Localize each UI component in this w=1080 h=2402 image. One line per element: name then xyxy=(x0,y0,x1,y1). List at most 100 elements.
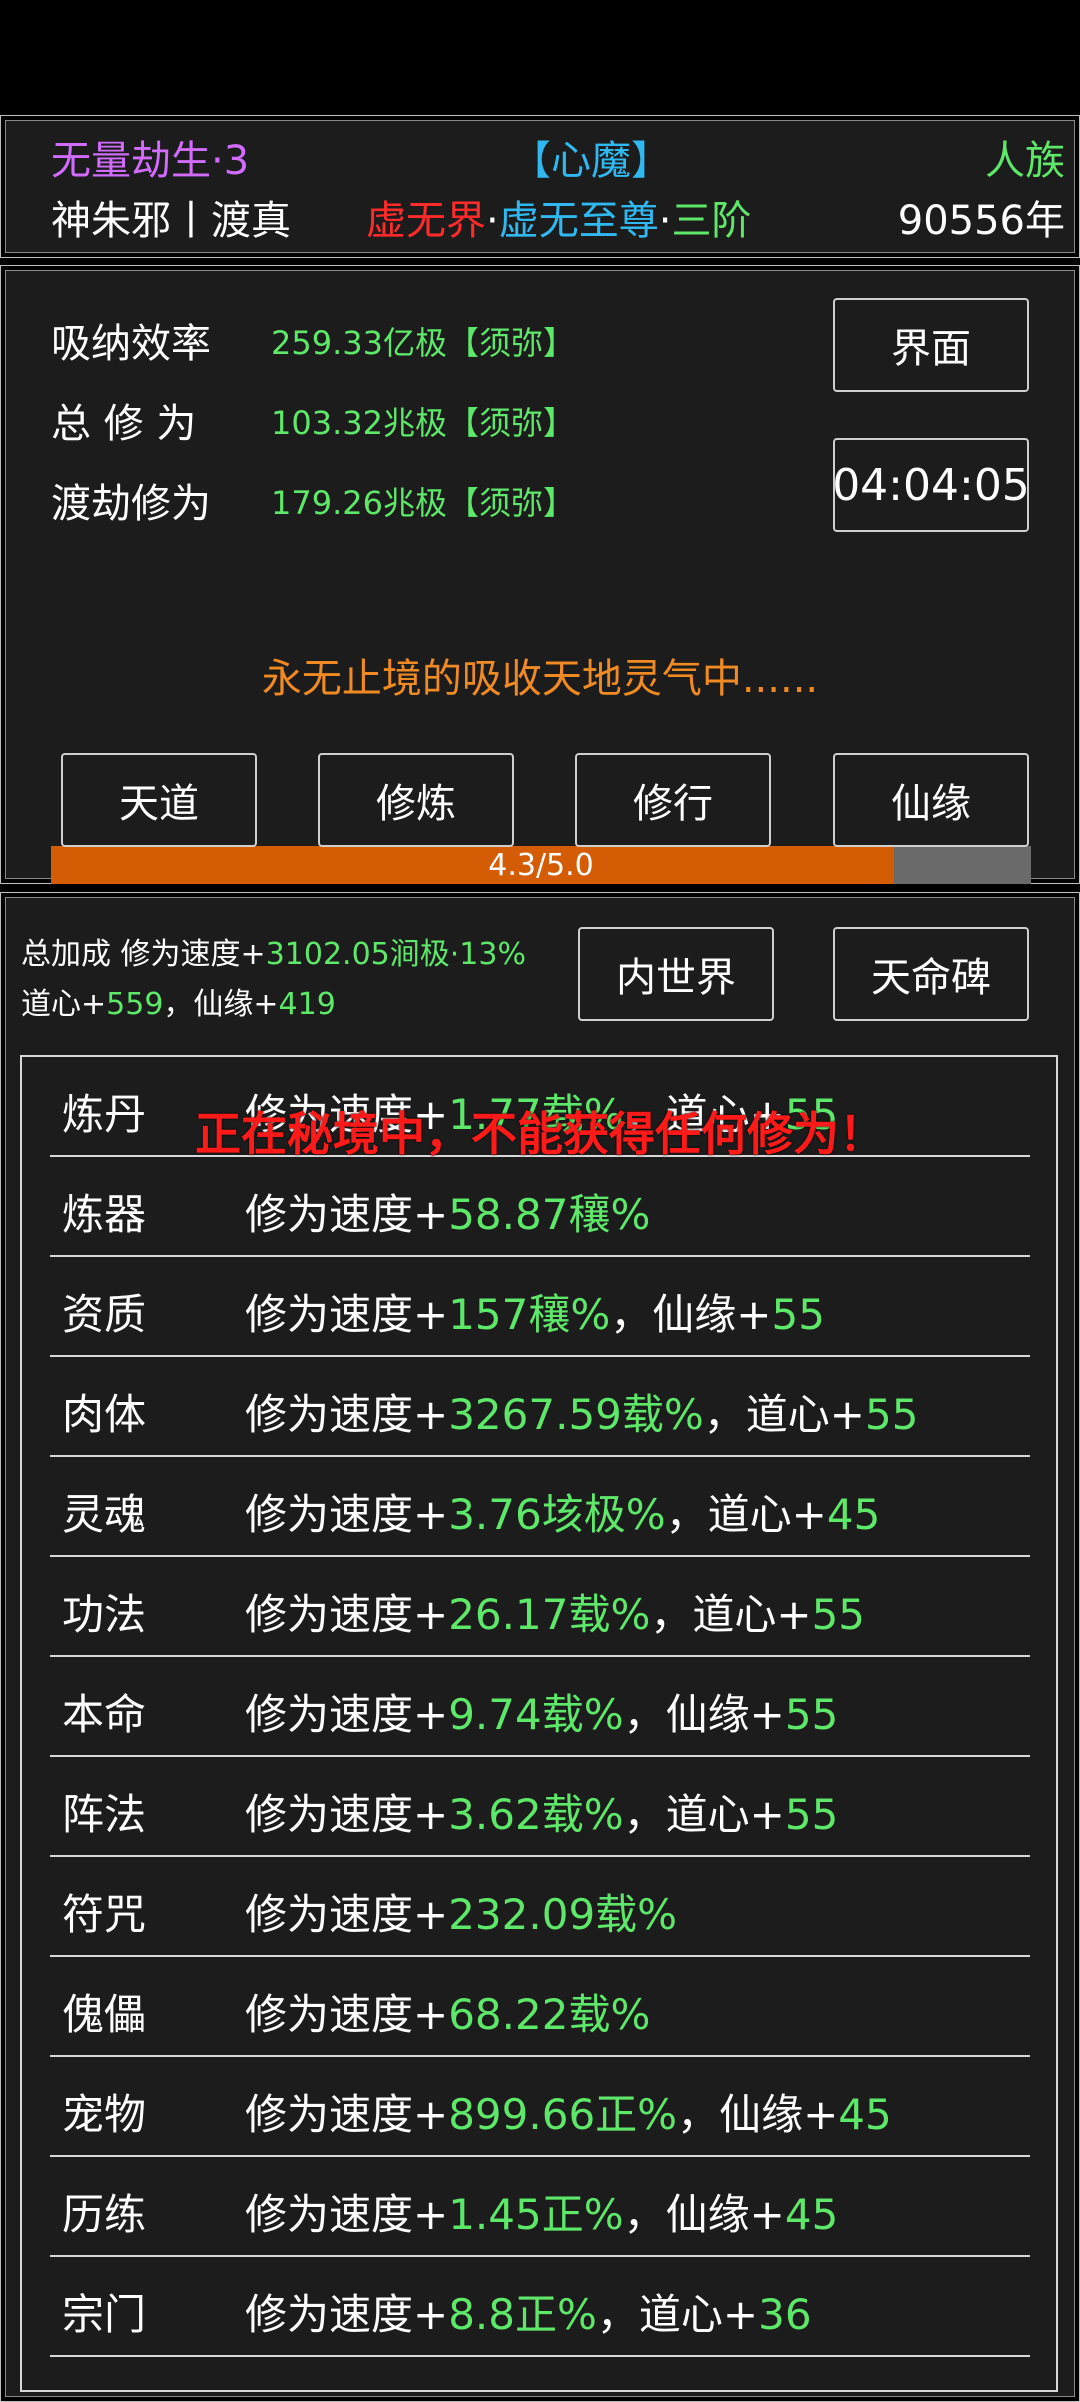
tiandao-button[interactable]: 天道 xyxy=(61,753,257,847)
list-item-desc: 修为速度+157穰%，仙缘+55 xyxy=(245,1281,825,1342)
extra-value: 36 xyxy=(758,2290,812,2339)
list-item-name: 符咒 xyxy=(62,1890,147,1939)
speed-prefix: 修为速度+ xyxy=(245,1890,449,1939)
speed-value: 3267.59载% xyxy=(448,1390,704,1439)
list-item-name: 炼器 xyxy=(62,1190,147,1239)
speed-prefix: 修为速度+ xyxy=(245,1590,449,1639)
list-item: 肉体 修为速度+3267.59载%，道心+55 xyxy=(50,1357,1030,1457)
total-cultivation-label: 总 修 为 xyxy=(51,401,197,447)
list-item-name: 宠物 xyxy=(62,2090,147,2139)
xianyuan-value: 419 xyxy=(278,987,336,1022)
extra-value: 55 xyxy=(811,1590,866,1639)
speed-value: 9.74载% xyxy=(448,1690,624,1739)
list-item: 灵魂 修为速度+3.76垓极%，道心+45 xyxy=(50,1457,1030,1557)
character-header: 无量劫生·3 【心魔】 人族 神朱邪丨渡真 虚无界·虚无至尊·三阶 90556年 xyxy=(0,115,1080,258)
speed-prefix: 修为速度+ xyxy=(245,1690,449,1739)
extra-label: ，道心+ xyxy=(650,1590,812,1639)
practice-button[interactable]: 修行 xyxy=(575,753,771,847)
speed-value: 157穰% xyxy=(448,1290,611,1339)
extra-value: 55 xyxy=(784,1690,839,1739)
list-item-name: 功法 xyxy=(62,1590,147,1639)
list-item: 功法 修为速度+26.17载%，道心+55 xyxy=(50,1557,1030,1657)
extra-label: ，道心+ xyxy=(665,1490,827,1539)
list-item-name: 灵魂 xyxy=(62,1490,147,1539)
list-item-name: 资质 xyxy=(62,1290,147,1339)
progress-bar: 4.3/5.0 xyxy=(51,846,1031,884)
list-item: 历练 修为速度+1.45正%，仙缘+45 xyxy=(50,2157,1030,2257)
total-cultivation-value: 103.32兆极【须弥】 xyxy=(271,404,575,442)
secret-realm-warning: 正在秘境中，不能获得任何修为！ xyxy=(195,1107,885,1161)
extra-label: ，仙缘+ xyxy=(623,2190,785,2239)
speed-value: 232.09载% xyxy=(448,1890,678,1939)
extra-label: ，道心+ xyxy=(703,1390,865,1439)
world-tier: 三阶 xyxy=(671,198,752,244)
absorbing-status: 永无止境的吸收天地灵气中...... xyxy=(261,656,819,702)
list-item: 宗门 修为速度+8.8正%，道心+36 xyxy=(50,2257,1030,2357)
progress-text: 4.3/5.0 xyxy=(488,847,594,883)
list-item-desc: 修为速度+3.62载%，道心+55 xyxy=(245,1781,838,1842)
cultivate-button[interactable]: 修炼 xyxy=(318,753,514,847)
speed-prefix: 修为速度+ xyxy=(245,1490,449,1539)
tribulation-label: 渡劫修为 xyxy=(51,481,211,527)
absorb-label: 吸纳效率 xyxy=(51,321,211,367)
tribulation-value: 179.26兆极【须弥】 xyxy=(271,484,575,522)
fate-stele-button[interactable]: 天命碑 xyxy=(833,927,1029,1021)
list-item: 炼器 修为速度+58.87穰% xyxy=(50,1157,1030,1257)
extra-value: 45 xyxy=(838,2090,892,2139)
inner-world-button[interactable]: 内世界 xyxy=(578,927,774,1021)
extra-value: 45 xyxy=(784,2190,839,2239)
speed-value: 1.45正% xyxy=(448,2190,624,2239)
list-item: 阵法 修为速度+3.62载%，道心+55 xyxy=(50,1757,1030,1857)
speed-value: 26.17载% xyxy=(448,1590,651,1639)
bonus-speed-value: 3102.05涧极·13% xyxy=(265,937,526,972)
extra-value: 45 xyxy=(826,1490,881,1539)
world-rank: 虚无至尊 xyxy=(498,198,659,244)
list-item-name: 历练 xyxy=(62,2190,147,2239)
bonus-line-2: 道心+559，仙缘+419 xyxy=(21,979,336,1023)
extra-value: 55 xyxy=(865,1390,919,1439)
immortal-fate-button[interactable]: 仙缘 xyxy=(833,753,1029,847)
list-item: 符咒 修为速度+232.09载% xyxy=(50,1857,1030,1957)
interface-button[interactable]: 界面 xyxy=(833,298,1029,392)
list-item-desc: 修为速度+9.74载%，仙缘+55 xyxy=(245,1681,838,1742)
speed-prefix: 修为速度+ xyxy=(245,1390,449,1439)
speed-value: 899.66正% xyxy=(448,2090,678,2139)
list-item-desc: 修为速度+26.17载%，道心+55 xyxy=(245,1581,865,1642)
speed-value: 68.22载% xyxy=(448,1990,651,2039)
world-name: 虚无界 xyxy=(366,198,486,244)
list-item-desc: 修为速度+58.87穰% xyxy=(245,1181,650,1242)
bonus-list: 炼丹 修为速度+1.77载%，道心+55 炼器 修为速度+58.87穰% 资质 修为速度+… xyxy=(20,1055,1058,2392)
speed-prefix: 修为速度+ xyxy=(245,1790,449,1839)
extra-value: 55 xyxy=(784,1790,839,1839)
xianyuan-label: ，仙缘+ xyxy=(163,987,279,1022)
speed-prefix: 修为速度+ xyxy=(245,2090,449,2139)
list-item: 资质 修为速度+157穰%，仙缘+55 xyxy=(50,1257,1030,1357)
speed-value: 3.76垓极% xyxy=(448,1490,666,1539)
absorb-value: 259.33亿极【须弥】 xyxy=(271,324,575,362)
status-badge: 【心魔】 xyxy=(511,138,671,184)
speed-prefix: 修为速度+ xyxy=(245,1190,449,1239)
list-item-name: 肉体 xyxy=(62,1390,147,1439)
list-item-name: 傀儡 xyxy=(62,1990,147,2039)
list-item-name: 阵法 xyxy=(62,1790,147,1839)
race-label: 人族 xyxy=(985,138,1065,184)
separator-dot: · xyxy=(658,198,672,244)
world-info: 虚无界·虚无至尊·三阶 xyxy=(366,188,751,246)
list-item-name: 本命 xyxy=(62,1690,147,1739)
list-item-desc: 修为速度+68.22载% xyxy=(245,1981,650,2042)
list-item-desc: 修为速度+1.45正%，仙缘+45 xyxy=(245,2181,838,2242)
speed-value: 3.62载% xyxy=(448,1790,624,1839)
list-item-name: 宗门 xyxy=(62,2290,147,2339)
speed-prefix: 修为速度+ xyxy=(245,2190,449,2239)
age-years: 90556年 xyxy=(897,198,1065,244)
extra-label: ，仙缘+ xyxy=(623,1690,785,1739)
speed-prefix: 修为速度+ xyxy=(245,1290,449,1339)
list-item: 本命 修为速度+9.74载%，仙缘+55 xyxy=(50,1657,1030,1757)
extra-label: ，道心+ xyxy=(596,2290,759,2339)
list-item: 宠物 修为速度+899.66正%，仙缘+45 xyxy=(50,2057,1030,2157)
list-item-desc: 修为速度+3267.59载%，道心+55 xyxy=(245,1381,918,1442)
list-item-desc: 修为速度+8.8正%，道心+36 xyxy=(245,2281,812,2342)
timer-display: 04:04:05 xyxy=(832,438,1030,532)
bonus-prefix: 总加成 修为速度+ xyxy=(21,937,266,972)
realm-title: 无量劫生·3 xyxy=(51,138,250,184)
